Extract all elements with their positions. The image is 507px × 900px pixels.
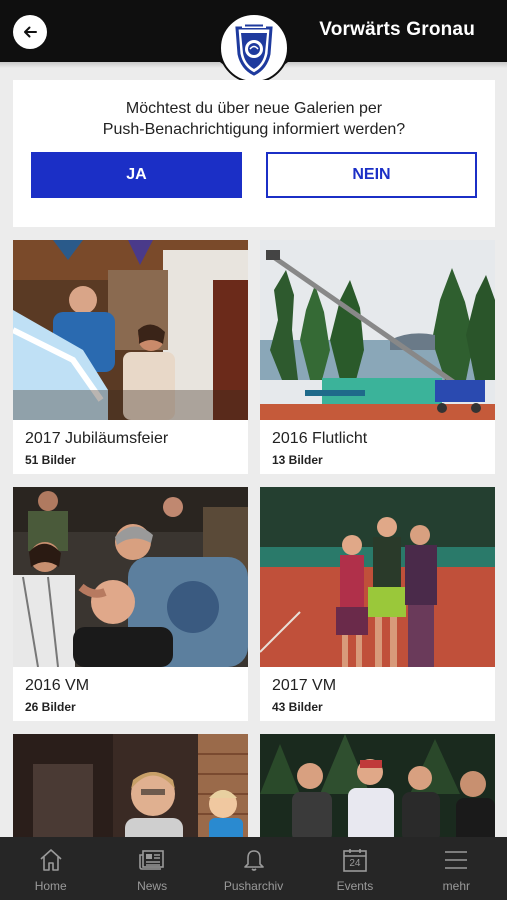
gallery-card-vm-2017[interactable]: 2017 VM 43 Bilder bbox=[260, 487, 495, 721]
gallery-title: 2016 Flutlicht bbox=[272, 430, 368, 447]
app-screen: Vorwärts Gronau Möchtest du über neue Ga… bbox=[0, 0, 507, 900]
bottom-navigation: Home News Pusharchiv 24 Events mehr bbox=[0, 837, 507, 900]
gallery-count: 43 Bilder bbox=[272, 700, 323, 714]
club-shield-logo bbox=[219, 13, 289, 83]
arrow-left-icon bbox=[24, 26, 37, 38]
gallery-thumbnail bbox=[260, 240, 495, 420]
nav-label-home: Home bbox=[34, 879, 67, 893]
newspaper-icon bbox=[138, 847, 166, 873]
gallery-thumbnail bbox=[13, 240, 248, 420]
nav-item-pusharchiv[interactable]: Pusharchiv bbox=[203, 837, 304, 900]
nav-label-events: Events bbox=[336, 879, 374, 893]
push-prompt-text: Möchtest du über neue Galerien per Push-… bbox=[13, 98, 495, 140]
gallery-count: 26 Bilder bbox=[25, 700, 76, 714]
yes-button[interactable]: JA bbox=[31, 152, 242, 198]
bell-icon bbox=[240, 847, 268, 873]
nav-label-news: News bbox=[137, 879, 168, 893]
calendar-icon: 24 bbox=[341, 847, 369, 873]
push-prompt-line-1: Möchtest du über neue Galerien per bbox=[125, 100, 383, 117]
nav-item-home[interactable]: Home bbox=[0, 837, 101, 900]
home-icon bbox=[37, 847, 65, 873]
gallery-thumbnail bbox=[13, 487, 248, 667]
gallery-title: 2017 Jubiläumsfeier bbox=[25, 430, 169, 447]
menu-icon bbox=[442, 847, 470, 873]
gallery-thumbnail bbox=[260, 487, 495, 667]
gallery-title: 2016 VM bbox=[25, 677, 90, 694]
gallery-card-vm-2016[interactable]: 2016 VM 26 Bilder bbox=[13, 487, 248, 721]
gallery-count: 13 Bilder bbox=[272, 453, 323, 467]
push-prompt-card: Möchtest du über neue Galerien per Push-… bbox=[13, 80, 495, 227]
back-button[interactable] bbox=[13, 15, 47, 49]
nav-item-mehr[interactable]: mehr bbox=[406, 837, 507, 900]
no-button[interactable]: NEIN bbox=[266, 152, 477, 198]
nav-label-pusharchiv: Pusharchiv bbox=[223, 879, 284, 893]
nav-label-mehr: mehr bbox=[442, 879, 470, 893]
gallery-card-jubilaeumsfeier[interactable]: 2017 Jubiläumsfeier 51 Bilder bbox=[13, 240, 248, 474]
nav-item-news[interactable]: News bbox=[101, 837, 202, 900]
gallery-title: 2017 VM bbox=[272, 677, 337, 694]
gallery-card-flutlicht[interactable]: 2016 Flutlicht 13 Bilder bbox=[260, 240, 495, 474]
gallery-card-6[interactable] bbox=[260, 734, 495, 900]
nav-item-events[interactable]: 24 Events bbox=[304, 837, 405, 900]
calendar-day: 24 bbox=[349, 858, 361, 869]
club-logo[interactable] bbox=[212, 6, 296, 90]
header-title: Vorwärts Gronau bbox=[319, 19, 475, 40]
push-prompt-line-2: Push-Benachrichtigung informiert werden? bbox=[102, 121, 406, 138]
gallery-count: 51 Bilder bbox=[25, 453, 76, 467]
gallery-card-5[interactable] bbox=[13, 734, 248, 900]
